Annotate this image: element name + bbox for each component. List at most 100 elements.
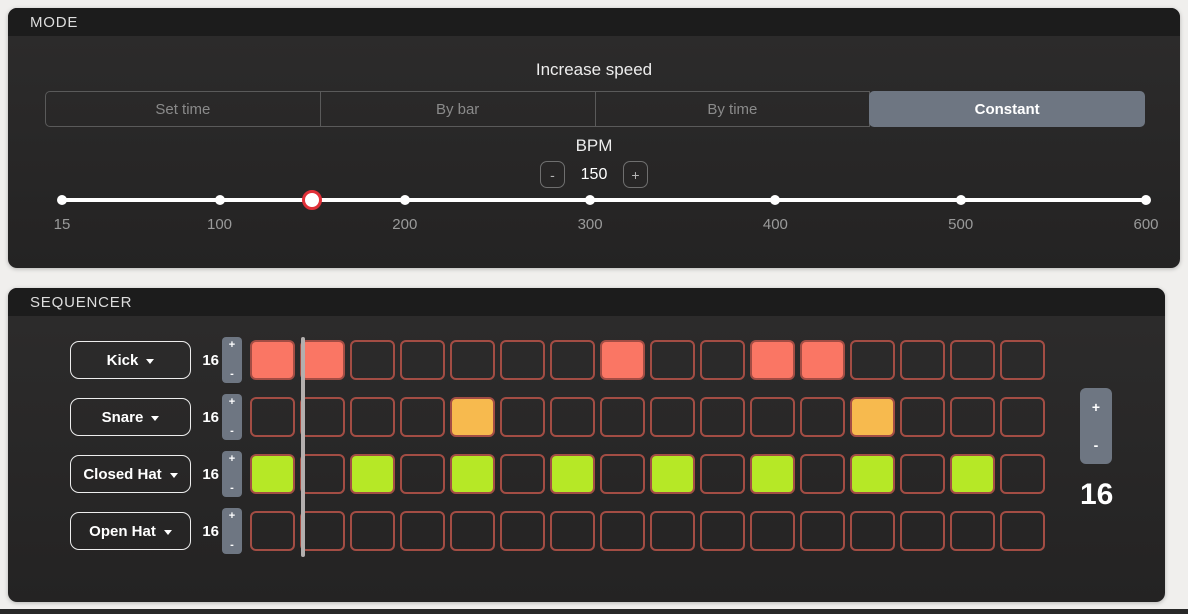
row-decrement-button[interactable]: -: [222, 369, 242, 380]
step-cell[interactable]: [250, 397, 295, 437]
instrument-label: Open Hat: [89, 523, 156, 540]
step-cell[interactable]: [850, 511, 895, 551]
step-cell[interactable]: [400, 454, 445, 494]
step-cell[interactable]: [500, 511, 545, 551]
step-cell-active[interactable]: [750, 454, 795, 494]
step-cell[interactable]: [500, 397, 545, 437]
step-cell-active[interactable]: [450, 397, 495, 437]
slider-tick-label: 400: [763, 216, 788, 233]
bpm-decrement-button[interactable]: -: [540, 161, 565, 188]
tab-by-time[interactable]: By time: [595, 91, 871, 127]
bpm-increment-button[interactable]: +: [623, 161, 648, 188]
step-cell-active[interactable]: [600, 340, 645, 380]
slider-tick-dot: [215, 195, 225, 205]
row-increment-button[interactable]: +: [222, 397, 242, 408]
row-step-count: 16: [197, 352, 219, 369]
step-cell[interactable]: [900, 511, 945, 551]
sequencer-panel: SEQUENCER Kick16+-Snare16+-Closed Hat16+…: [8, 288, 1165, 602]
step-cell[interactable]: [1000, 511, 1045, 551]
step-cell[interactable]: [1000, 397, 1045, 437]
step-cell-active[interactable]: [300, 340, 345, 380]
step-cell[interactable]: [800, 454, 845, 494]
tab-by-bar[interactable]: By bar: [320, 91, 596, 127]
next-panel-edge: [0, 609, 1188, 614]
step-cell[interactable]: [600, 454, 645, 494]
step-cell[interactable]: [1000, 454, 1045, 494]
step-cell[interactable]: [750, 511, 795, 551]
step-cell[interactable]: [900, 340, 945, 380]
step-cell[interactable]: [950, 340, 995, 380]
step-cell-active[interactable]: [750, 340, 795, 380]
step-cell-active[interactable]: [350, 454, 395, 494]
slider-tick-dot: [956, 195, 966, 205]
row-increment-button[interactable]: +: [222, 511, 242, 522]
step-cell-active[interactable]: [950, 454, 995, 494]
step-cell-active[interactable]: [850, 397, 895, 437]
steps-increment-button[interactable]: +: [1080, 400, 1112, 414]
step-cell[interactable]: [300, 397, 345, 437]
step-cell[interactable]: [900, 454, 945, 494]
row-decrement-button[interactable]: -: [222, 540, 242, 551]
step-cell[interactable]: [850, 340, 895, 380]
step-cell-active[interactable]: [800, 340, 845, 380]
tab-set-time[interactable]: Set time: [45, 91, 321, 127]
step-cell[interactable]: [550, 511, 595, 551]
step-cell[interactable]: [600, 397, 645, 437]
row-increment-button[interactable]: +: [222, 454, 242, 465]
step-cell[interactable]: [400, 340, 445, 380]
step-cell[interactable]: [650, 511, 695, 551]
row-step-count: 16: [197, 466, 219, 483]
step-cell-active[interactable]: [250, 340, 295, 380]
dropdown-caret-icon: [146, 359, 154, 364]
step-cell[interactable]: [950, 511, 995, 551]
step-cell[interactable]: [700, 397, 745, 437]
steps-decrement-button[interactable]: -: [1080, 438, 1112, 452]
step-cell[interactable]: [650, 397, 695, 437]
step-cell[interactable]: [300, 511, 345, 551]
step-cell[interactable]: [700, 454, 745, 494]
step-cell[interactable]: [700, 511, 745, 551]
step-cell[interactable]: [550, 340, 595, 380]
step-cell[interactable]: [700, 340, 745, 380]
step-cell-active[interactable]: [850, 454, 895, 494]
step-cell-active[interactable]: [650, 454, 695, 494]
step-cell[interactable]: [400, 397, 445, 437]
step-cell[interactable]: [500, 340, 545, 380]
step-cell[interactable]: [550, 397, 595, 437]
row-increment-button[interactable]: +: [222, 340, 242, 351]
step-cell-active[interactable]: [450, 454, 495, 494]
step-cell[interactable]: [350, 511, 395, 551]
step-cell[interactable]: [800, 511, 845, 551]
bpm-slider-track[interactable]: [62, 198, 1146, 202]
step-cell[interactable]: [250, 511, 295, 551]
step-cell[interactable]: [600, 511, 645, 551]
bpm-slider-handle[interactable]: [302, 190, 322, 210]
instrument-dropdown[interactable]: Snare: [70, 398, 191, 436]
instrument-dropdown[interactable]: Closed Hat: [70, 455, 191, 493]
step-cell[interactable]: [450, 340, 495, 380]
step-cell[interactable]: [800, 397, 845, 437]
slider-tick-dot: [57, 195, 67, 205]
step-cell[interactable]: [350, 397, 395, 437]
dropdown-caret-icon: [164, 530, 172, 535]
step-cell[interactable]: [300, 454, 345, 494]
step-cell-active[interactable]: [250, 454, 295, 494]
step-cell[interactable]: [950, 397, 995, 437]
tab-constant[interactable]: Constant: [869, 91, 1145, 127]
step-cell[interactable]: [400, 511, 445, 551]
step-cell[interactable]: [350, 340, 395, 380]
step-cell[interactable]: [650, 340, 695, 380]
row-decrement-button[interactable]: -: [222, 426, 242, 437]
mode-panel: MODE Increase speed Set timeBy barBy tim…: [8, 8, 1180, 268]
instrument-label: Snare: [102, 409, 144, 426]
step-cell[interactable]: [1000, 340, 1045, 380]
step-cell[interactable]: [750, 397, 795, 437]
step-cell[interactable]: [900, 397, 945, 437]
instrument-dropdown[interactable]: Kick: [70, 341, 191, 379]
instrument-dropdown[interactable]: Open Hat: [70, 512, 191, 550]
step-cell[interactable]: [450, 511, 495, 551]
increase-speed-heading: Increase speed: [8, 60, 1180, 80]
step-cell-active[interactable]: [550, 454, 595, 494]
step-cell[interactable]: [500, 454, 545, 494]
row-decrement-button[interactable]: -: [222, 483, 242, 494]
